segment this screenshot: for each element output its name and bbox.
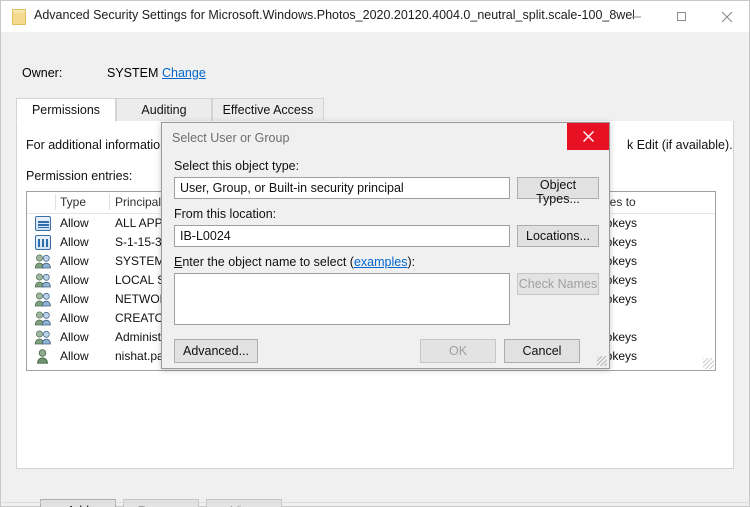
check-names-button[interactable]: Check Names xyxy=(517,273,599,295)
object-type-label: Select this object type: xyxy=(174,159,300,173)
dialog-resize-grip-icon[interactable] xyxy=(597,356,607,366)
select-user-or-group-dialog: Select User or Group Select this object … xyxy=(161,122,610,369)
dialog-title: Select User or Group xyxy=(172,131,290,145)
owner-value: SYSTEM xyxy=(107,66,159,80)
window-controls xyxy=(614,1,749,32)
dialog-ok-button[interactable]: OK xyxy=(420,339,496,363)
dialog-cancel-button[interactable]: Cancel xyxy=(504,339,580,363)
object-name-input[interactable] xyxy=(174,273,510,325)
app-package-icon-2 xyxy=(35,235,51,250)
location-field[interactable]: IB-L0024 xyxy=(174,225,510,247)
close-icon[interactable] xyxy=(704,1,749,32)
folder-icon xyxy=(12,9,26,25)
dialog-body: Select this object type: User, Group, or… xyxy=(162,153,609,368)
advanced-button[interactable]: Advanced... xyxy=(174,339,258,363)
footer-divider xyxy=(3,502,750,503)
locations-button[interactable]: Locations... xyxy=(517,225,599,247)
cell-type: Allow xyxy=(60,292,89,306)
cell-type: Allow xyxy=(60,216,89,230)
permission-entries-label: Permission entries: xyxy=(26,169,133,183)
add-button[interactable]: Add xyxy=(40,499,116,507)
info-text-left: For additional information, xyxy=(26,138,171,152)
column-header-principal[interactable]: Principal xyxy=(115,195,161,209)
dialog-close-icon[interactable] xyxy=(567,123,609,150)
tab-effective-access[interactable]: Effective Access xyxy=(212,98,324,122)
tab-auditing[interactable]: Auditing xyxy=(116,98,212,122)
object-name-label: Enter the object name to select (example… xyxy=(174,255,415,269)
remove-button[interactable]: Remove xyxy=(123,499,199,507)
object-name-label-prefix: nter the object name to select ( xyxy=(182,255,354,269)
window-titlebar: Advanced Security Settings for Microsoft… xyxy=(1,1,749,32)
cell-type: Allow xyxy=(60,235,89,249)
cell-principal: SYSTEM xyxy=(115,254,165,268)
group-icon xyxy=(34,253,52,273)
minimize-icon[interactable] xyxy=(614,1,659,32)
cell-type: Allow xyxy=(60,349,89,363)
window-title: Advanced Security Settings for Microsoft… xyxy=(34,8,634,22)
cell-type: Allow xyxy=(60,273,89,287)
cell-type: Allow xyxy=(60,311,89,325)
cell-type: Allow xyxy=(60,330,89,344)
owner-label: Owner: xyxy=(22,66,63,80)
maximize-icon[interactable] xyxy=(659,1,704,32)
user-icon xyxy=(34,348,52,368)
tab-strip: Permissions Auditing Effective Access xyxy=(16,98,734,122)
object-types-button[interactable]: Object Types... xyxy=(517,177,599,206)
info-text-right: k Edit (if available). xyxy=(627,138,733,152)
group-icon xyxy=(34,329,52,349)
object-type-field[interactable]: User, Group, or Built-in security princi… xyxy=(174,177,510,199)
group-icon xyxy=(34,272,52,292)
group-icon xyxy=(34,310,52,330)
location-label: From this location: xyxy=(174,207,277,221)
object-name-label-suffix: ): xyxy=(407,255,416,269)
resize-grip-icon[interactable] xyxy=(703,358,714,369)
app-package-icon xyxy=(35,216,51,231)
owner-change-link[interactable]: Change xyxy=(162,66,206,80)
view-button[interactable]: View xyxy=(206,499,282,507)
cell-type: Allow xyxy=(60,254,89,268)
screen: Advanced Security Settings for Microsoft… xyxy=(0,0,750,507)
group-icon xyxy=(34,291,52,311)
examples-link[interactable]: examples xyxy=(354,255,408,269)
tab-permissions[interactable]: Permissions xyxy=(16,98,116,122)
dialog-titlebar: Select User or Group xyxy=(162,123,609,153)
column-header-type[interactable]: Type xyxy=(60,195,86,209)
